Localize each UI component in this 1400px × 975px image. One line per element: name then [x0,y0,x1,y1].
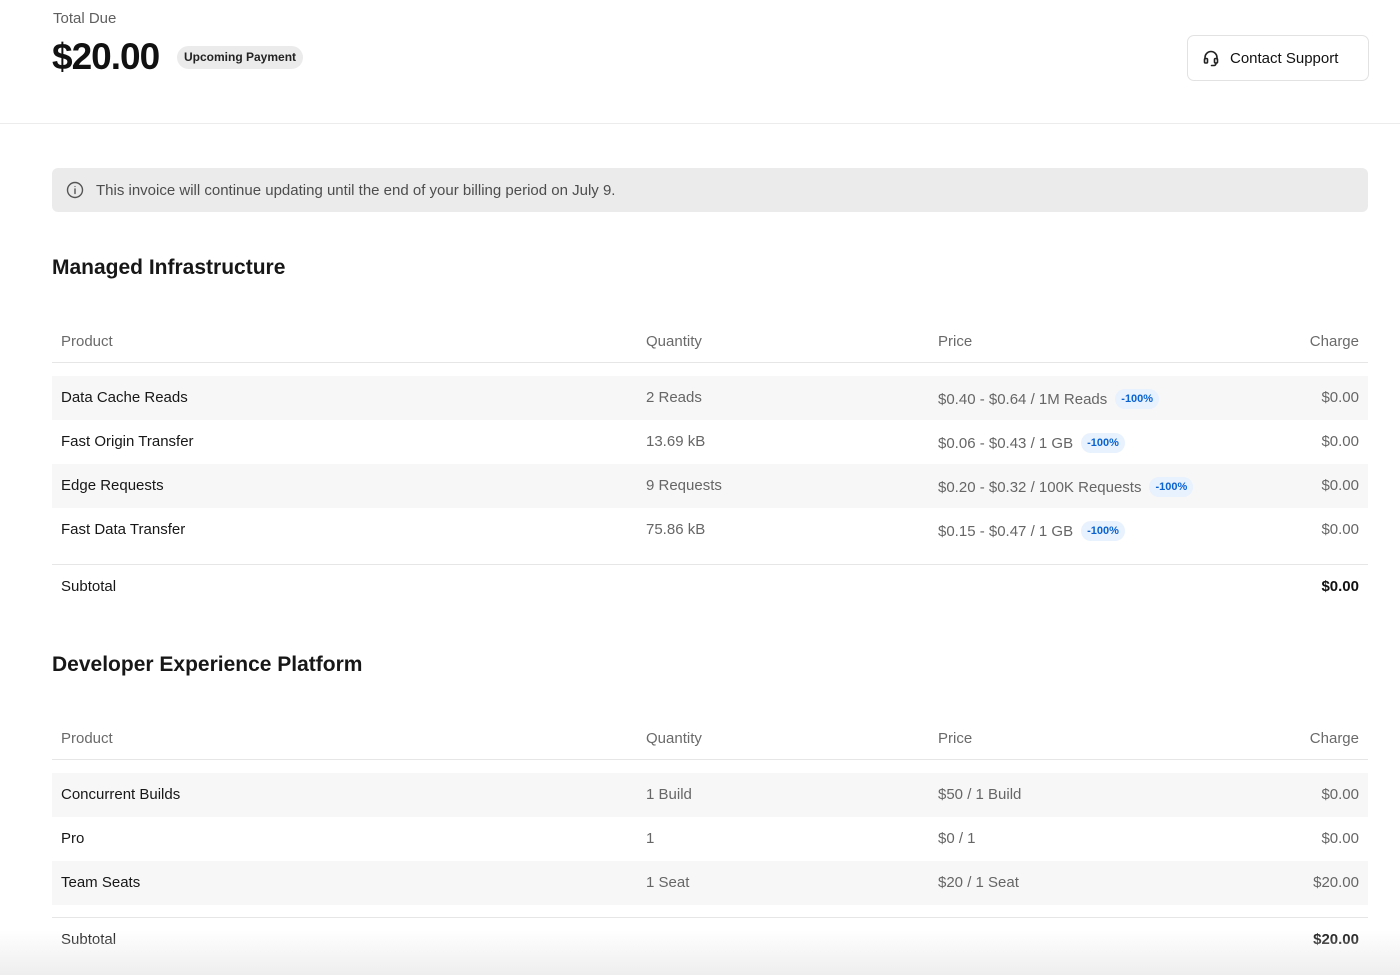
table-row: Data Cache Reads 2 Reads $0.40 - $0.64 /… [52,376,1368,420]
column-header-price: Price [938,730,973,747]
column-header-price: Price [938,333,973,350]
discount-badge: -100% [1081,433,1125,453]
section-title-managed-infrastructure: Managed Infrastructure [52,256,286,279]
quantity-value: 1 Seat [646,874,690,891]
column-header-product: Product [61,333,113,350]
charge-value: $0.00 [1321,389,1359,406]
discount-badge: -100% [1115,389,1160,409]
column-header-charge: Charge [1309,333,1359,350]
column-header-charge: Charge [1309,730,1359,747]
table-header: Product Quantity Price Charge [52,720,1368,760]
price-value: $0.20 - $0.32 / 100K Requests [938,478,1142,496]
price-value: $50 / 1 Build [938,786,1022,803]
charge-value: $0.00 [1321,433,1359,450]
product-name: Data Cache Reads [61,389,188,406]
price-value: $0 / 1 [938,830,976,847]
quantity-value: 1 Build [646,786,692,803]
discount-badge: -100% [1149,477,1194,497]
info-icon [66,181,84,199]
price-value: $0.06 - $0.43 / 1 GB [938,434,1074,452]
charge-value: $0.00 [1321,521,1359,538]
headset-icon [1203,50,1219,67]
quantity-value: 9 Requests [646,477,722,494]
section-title-developer-experience-platform: Developer Experience Platform [52,653,363,676]
product-name: Fast Data Transfer [61,521,186,538]
billing-notice-text: This invoice will continue updating unti… [96,181,616,199]
table-row: Team Seats 1 Seat $20 / 1 Seat $20.00 [52,861,1368,905]
product-name: Concurrent Builds [61,786,181,803]
price-value: $0.40 - $0.64 / 1M Reads [938,390,1108,408]
quantity-value: 75.86 kB [646,521,706,538]
price-cell: $0.40 - $0.64 / 1M Reads -100% [938,389,1160,409]
subtotal-row: Subtotal $20.00 [52,917,1368,961]
price-cell: $0.20 - $0.32 / 100K Requests -100% [938,477,1194,497]
subtotal-label: Subtotal [61,931,117,948]
subtotal-value: $0.00 [1321,578,1359,595]
table-row: Concurrent Builds 1 Build $50 / 1 Build … [52,773,1368,817]
charge-value: $20.00 [1313,874,1359,891]
total-due-label: Total Due [53,10,117,27]
table-row: Fast Data Transfer 75.86 kB $0.15 - $0.4… [52,508,1368,552]
billing-notice: This invoice will continue updating unti… [52,168,1368,212]
discount-badge: -100% [1081,521,1125,541]
quantity-value: 2 Reads [646,389,702,406]
price-cell: $0.15 - $0.47 / 1 GB -100% [938,521,1125,541]
table-row: Edge Requests 9 Requests $0.20 - $0.32 /… [52,464,1368,508]
table-row: Fast Origin Transfer 13.69 kB $0.06 - $0… [52,420,1368,464]
quantity-value: 1 [646,830,655,847]
column-header-quantity: Quantity [646,730,702,747]
subtotal-row: Subtotal $0.00 [52,564,1368,608]
price-value: $20 / 1 Seat [938,874,1019,891]
subtotal-value: $20.00 [1313,931,1359,948]
contact-support-button[interactable]: Contact Support [1187,35,1369,81]
column-header-product: Product [61,730,113,747]
charge-value: $0.00 [1321,786,1359,803]
product-name: Pro [61,830,85,847]
subtotal-label: Subtotal [61,578,117,595]
status-badge: Upcoming Payment [177,46,304,69]
table-row: Pro 1 $0 / 1 $0.00 [52,817,1368,861]
product-name: Edge Requests [61,477,164,494]
product-name: Fast Origin Transfer [61,433,194,450]
product-name: Team Seats [61,874,141,891]
total-due-amount: $20.00 [52,36,160,77]
price-cell: $0.06 - $0.43 / 1 GB -100% [938,433,1125,453]
table-header: Product Quantity Price Charge [52,323,1368,363]
invoice-header: Total Due $20.00 Upcoming Payment Contac… [0,0,1400,124]
charge-value: $0.00 [1321,830,1359,847]
charge-value: $0.00 [1321,477,1359,494]
price-value: $0.15 - $0.47 / 1 GB [938,522,1074,540]
column-header-quantity: Quantity [646,333,702,350]
contact-support-label: Contact Support [1230,49,1339,67]
quantity-value: 13.69 kB [646,433,706,450]
